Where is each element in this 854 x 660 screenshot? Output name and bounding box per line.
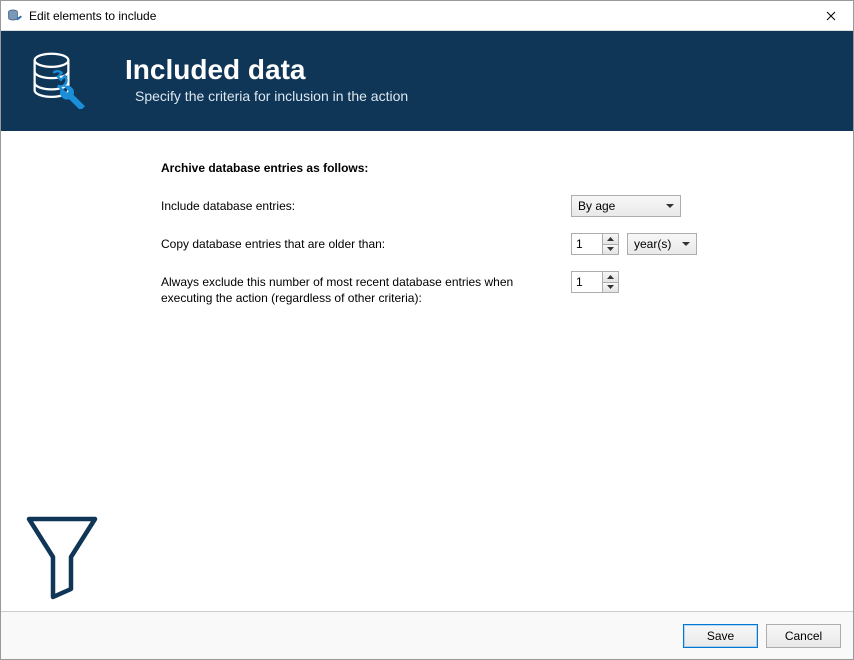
older-than-up[interactable] — [603, 234, 618, 245]
app-icon — [7, 8, 23, 24]
include-select[interactable]: By age — [571, 195, 681, 217]
unit-select-value: year(s) — [634, 237, 671, 251]
content-area: Archive database entries as follows: Inc… — [1, 131, 853, 611]
cancel-button[interactable]: Cancel — [766, 624, 841, 648]
row-include: Include database entries: By age — [161, 195, 721, 217]
exclude-input[interactable] — [572, 272, 602, 292]
include-label: Include database entries: — [161, 195, 571, 214]
include-select-value: By age — [578, 199, 615, 213]
banner: Included data Specify the criteria for i… — [1, 31, 853, 131]
save-button[interactable]: Save — [683, 624, 758, 648]
older-than-spinner[interactable] — [571, 233, 619, 255]
exclude-spinner[interactable] — [571, 271, 619, 293]
database-wrench-icon — [29, 49, 89, 109]
exclude-label: Always exclude this number of most recen… — [161, 271, 571, 306]
older-than-down[interactable] — [603, 245, 618, 255]
exclude-up[interactable] — [603, 272, 618, 283]
banner-subheading: Specify the criteria for inclusion in th… — [125, 88, 408, 104]
banner-heading: Included data — [125, 54, 408, 86]
banner-text: Included data Specify the criteria for i… — [125, 54, 408, 104]
funnel-icon — [23, 513, 101, 601]
section-heading: Archive database entries as follows: — [161, 161, 853, 175]
close-button[interactable] — [808, 1, 853, 31]
unit-select[interactable]: year(s) — [627, 233, 697, 255]
older-than-input[interactable] — [572, 234, 602, 254]
window-title: Edit elements to include — [29, 9, 808, 23]
titlebar: Edit elements to include — [1, 1, 853, 31]
footer: Save Cancel — [1, 611, 853, 659]
older-than-label: Copy database entries that are older tha… — [161, 233, 571, 252]
row-older-than: Copy database entries that are older tha… — [161, 233, 721, 255]
row-exclude: Always exclude this number of most recen… — [161, 271, 721, 306]
exclude-down[interactable] — [603, 283, 618, 293]
